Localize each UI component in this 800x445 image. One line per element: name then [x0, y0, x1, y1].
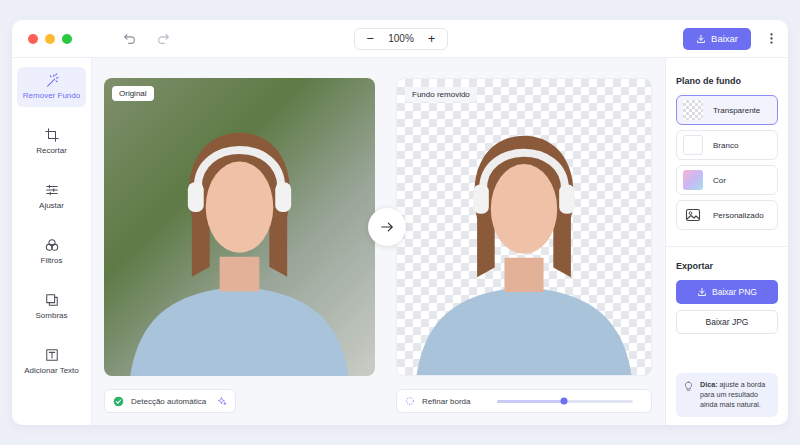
option-label: Transparente [713, 106, 760, 115]
refine-icon [405, 396, 415, 406]
sidebar-item[interactable]: Recortar [17, 122, 86, 162]
properties-panel: Plano de fundo Transparente Branco Cor Perso… [665, 58, 788, 425]
export-label: Baixar PNG [712, 287, 757, 297]
original-badge: Original [112, 86, 154, 101]
option-label: Personalizado [713, 211, 764, 220]
compare-stage: Original Fundo removido [104, 78, 652, 376]
transparent-swatch [683, 100, 703, 120]
refine-edge: Refinar borda [396, 389, 652, 413]
sidebar-item[interactable]: Sombras [17, 287, 86, 327]
sidebar-item[interactable]: Ajustar [17, 177, 86, 217]
export-button[interactable]: Baixar PNG [676, 280, 778, 304]
sidebar-label: Adicionar Texto [24, 366, 79, 376]
background-option[interactable]: Cor [676, 165, 778, 195]
white-swatch [683, 135, 703, 155]
image-icon [685, 207, 701, 223]
download-icon [697, 287, 707, 297]
option-label: Cor [713, 176, 726, 185]
download-label: Baixar [711, 33, 738, 44]
original-photo: Original [104, 78, 375, 376]
tip-box: Dica: ajuste a borda para um resultado a… [676, 373, 778, 417]
export-title: Exportar [676, 261, 778, 271]
lightbulb-icon [683, 381, 694, 392]
background-options: Transparente Branco Cor Personalizado [676, 95, 778, 230]
sparkle-icon [217, 396, 227, 406]
sliders-icon [45, 183, 59, 197]
check-icon [113, 396, 124, 407]
download-button[interactable]: Baixar [683, 28, 751, 50]
cutout-figure [397, 79, 651, 375]
editor-body: Remover Fundo Recortar Ajustar Filtros Sombr… [12, 58, 788, 425]
zoom-value: 100% [388, 33, 414, 44]
controls-row: Detecção automática Refinar borda [104, 389, 652, 413]
background-title: Plano de fundo [676, 76, 778, 86]
maximize-dot[interactable] [62, 34, 72, 44]
shadow-icon [45, 293, 59, 307]
refine-slider[interactable] [497, 400, 633, 403]
auto-detect[interactable]: Detecção automática [104, 389, 236, 413]
text-box-icon [45, 348, 59, 362]
sidebar-item[interactable]: Remover Fundo [17, 67, 86, 107]
tip-text: Dica: ajuste a borda para um resultado a… [700, 380, 771, 410]
result-badge: Fundo removido [405, 87, 477, 102]
magic-wand-icon [45, 73, 59, 87]
sidebar-label: Recortar [36, 146, 67, 156]
sidebar-label: Ajustar [39, 201, 64, 211]
sidebar-label: Filtros [41, 256, 63, 266]
result-photo: Fundo removido [396, 78, 652, 376]
color-swatch [683, 170, 703, 190]
zoom-control: − 100% + [354, 28, 449, 50]
sidebar-item[interactable]: Filtros [17, 232, 86, 272]
option-label: Branco [713, 141, 738, 150]
zoom-in-button[interactable]: + [428, 32, 436, 46]
minimize-dot[interactable] [45, 34, 55, 44]
compare-arrow [368, 208, 406, 246]
refine-label: Refinar borda [422, 397, 470, 406]
zoom-out-button[interactable]: − [367, 32, 375, 46]
more-icon[interactable] [769, 32, 774, 45]
export-button[interactable]: Baixar JPG [676, 310, 778, 334]
background-option[interactable]: Branco [676, 130, 778, 160]
sidebar-label: Sombras [35, 311, 67, 321]
window-controls [28, 32, 354, 45]
download-icon [696, 34, 706, 44]
undo-icon[interactable] [123, 32, 136, 45]
sidebar-item[interactable]: Adicionar Texto [17, 342, 86, 382]
person-figure [104, 78, 375, 376]
export-label: Baixar JPG [706, 317, 749, 327]
divider [666, 246, 788, 247]
arrow-right-icon [380, 220, 394, 234]
background-option[interactable]: Transparente [676, 95, 778, 125]
close-dot[interactable] [28, 34, 38, 44]
crop-icon [45, 128, 59, 142]
auto-detect-label: Detecção automática [131, 397, 206, 406]
top-bar: − 100% + Baixar [12, 20, 788, 58]
slider-fill [497, 400, 563, 403]
app: − 100% + Baixar Remover Fundo Recortar Ajustar… [0, 0, 800, 445]
sidebar: Remover Fundo Recortar Ajustar Filtros Sombr… [12, 58, 92, 425]
top-actions: Baixar [683, 28, 774, 50]
editor-window: − 100% + Baixar Remover Fundo Recortar Ajustar… [12, 20, 788, 425]
sidebar-label: Remover Fundo [23, 91, 80, 101]
canvas-area: Original Fundo removido Detecção automátic… [92, 58, 665, 425]
background-option[interactable]: Personalizado [676, 200, 778, 230]
slider-thumb[interactable] [560, 398, 567, 405]
tip-label: Dica: [700, 380, 718, 389]
export-buttons: Baixar PNG Baixar JPG [676, 280, 778, 334]
redo-icon[interactable] [157, 32, 170, 45]
filters-icon [45, 238, 59, 252]
